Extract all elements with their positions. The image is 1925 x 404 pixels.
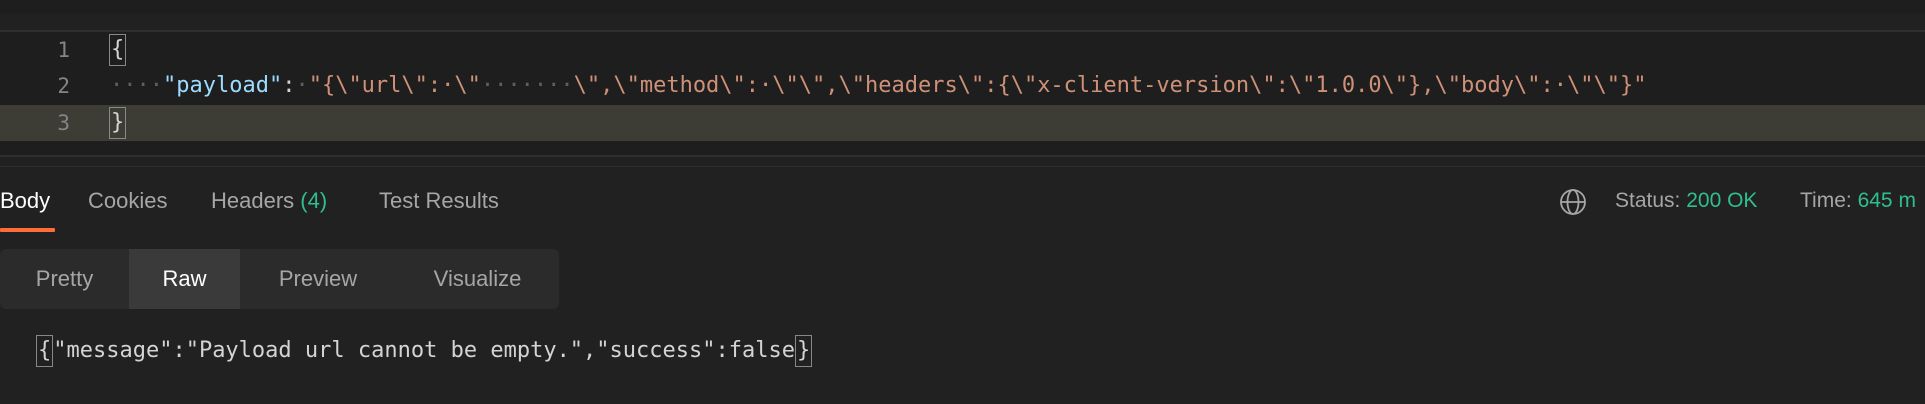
open-brace: { xyxy=(109,34,127,66)
tab-label: Body xyxy=(0,188,51,213)
editor-line-2[interactable]: 2 ····"payload":·"{\"url\":·\"·······\",… xyxy=(0,68,1925,104)
format-pretty-button[interactable]: Pretty xyxy=(0,249,129,309)
format-visualize-button[interactable]: Visualize xyxy=(396,249,559,309)
response-panel-root: 1 { 2 ····"payload":·"{\"url\":·\"······… xyxy=(0,0,1925,404)
response-body-text[interactable]: {"message":"Payload url cannot be empty.… xyxy=(36,332,813,370)
json-key: "payload" xyxy=(162,73,283,98)
json-string-value: "{\"url\":·\" xyxy=(308,73,481,98)
tab-cookies[interactable]: Cookies xyxy=(88,176,167,232)
globe-icon[interactable] xyxy=(1559,188,1587,216)
indent-whitespace: ···· xyxy=(110,73,163,98)
code-line[interactable]: } xyxy=(109,105,127,141)
line-number: 1 xyxy=(57,38,70,62)
request-body-editor[interactable]: 1 { 2 ····"payload":·"{\"url\":·\"······… xyxy=(0,32,1925,155)
pane-resize-handle[interactable] xyxy=(0,166,1925,167)
status-label: Status: xyxy=(1615,189,1681,212)
editor-line-3-active[interactable]: 3 } xyxy=(0,105,1925,141)
line-number: 3 xyxy=(57,111,70,135)
editor-bottom-border xyxy=(0,155,1925,157)
url-whitespace: ······· xyxy=(480,73,574,98)
active-tab-indicator xyxy=(0,228,55,232)
tab-label: Cookies xyxy=(88,188,168,213)
editor-line-1[interactable]: 1 { xyxy=(0,32,1925,68)
json-colon: : xyxy=(282,73,296,98)
headers-count-badge: (4) xyxy=(300,188,328,213)
whitespace: · xyxy=(295,73,309,98)
time-label: Time: xyxy=(1800,189,1852,212)
close-brace: } xyxy=(109,107,127,139)
response-json-content: "message":"Payload url cannot be empty."… xyxy=(53,338,795,363)
format-preview-button[interactable]: Preview xyxy=(240,249,396,309)
tab-label: Test Results xyxy=(379,188,499,213)
code-line[interactable]: { xyxy=(109,32,127,68)
json-string-value-rest: \",\"method\":·\"\",\"headers\":{\"x-cli… xyxy=(573,73,1647,98)
response-status[interactable]: Status: 200 OK xyxy=(1615,176,1757,226)
time-value: 645 m xyxy=(1857,189,1916,212)
response-open-brace: { xyxy=(36,335,54,367)
tab-body[interactable]: Body xyxy=(0,176,55,232)
status-value: 200 OK xyxy=(1686,189,1758,212)
response-close-brace: } xyxy=(794,335,813,367)
response-time[interactable]: Time: 645 m xyxy=(1800,176,1916,226)
top-strip xyxy=(0,0,1925,14)
tab-test-results[interactable]: Test Results xyxy=(379,176,499,232)
tab-label: Headers xyxy=(211,188,295,213)
format-raw-button[interactable]: Raw xyxy=(129,249,240,309)
line-number: 2 xyxy=(57,74,70,98)
code-line[interactable]: ····"payload":·"{\"url\":·\"·······\",\"… xyxy=(110,68,1646,104)
body-format-selector: Pretty Raw Preview Visualize xyxy=(0,249,559,309)
tab-headers[interactable]: Headers (4) xyxy=(211,176,327,232)
